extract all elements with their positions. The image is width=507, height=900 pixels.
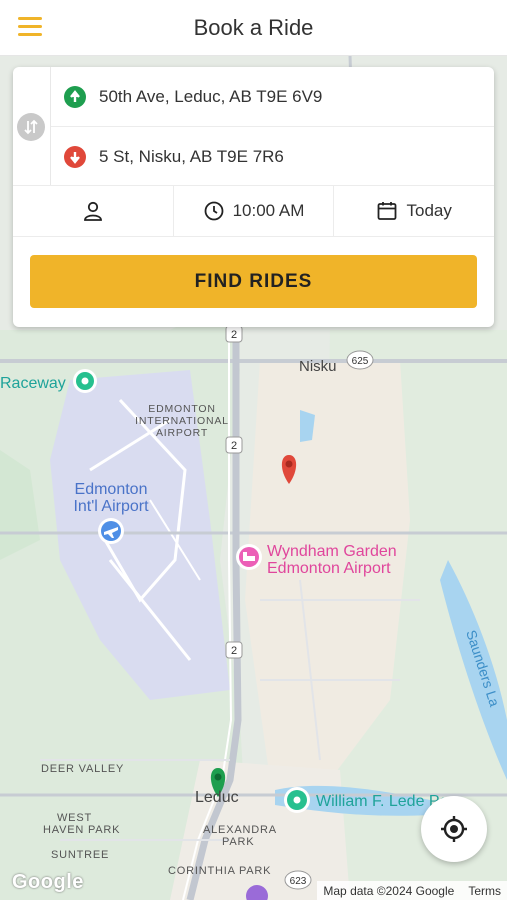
swap-locations-button[interactable] — [17, 113, 45, 141]
map-label-suntree: SUNTREE — [51, 849, 109, 861]
person-icon — [83, 201, 102, 221]
map-label-nisku: Nisku — [299, 358, 337, 375]
crosshair-icon — [441, 816, 467, 842]
map-attribution: Map data ©2024 Google Terms — [317, 881, 507, 900]
passenger-selector[interactable] — [13, 186, 174, 236]
map-label-airport-line3: AIRPORT — [156, 427, 208, 439]
svg-text:2: 2 — [231, 329, 237, 341]
map-label-raceway: Raceway — [0, 375, 66, 392]
destination-field[interactable]: 5 St, Nisku, AB T9E 7R6 — [51, 127, 494, 186]
destination-address: 5 St, Nisku, AB T9E 7R6 — [99, 146, 284, 166]
arrow-down-icon — [64, 145, 86, 168]
map-label-airport-line2: INTERNATIONAL — [135, 415, 229, 427]
hwy-2-shield-low: 2 — [225, 641, 243, 659]
date-selector[interactable]: Today — [334, 186, 494, 236]
hwy-2-shield-top: 2 — [225, 325, 243, 343]
map-label-hotel-line2: Edmonton Airport — [267, 560, 391, 577]
map-label-west-haven-line2: HAVEN PARK — [43, 824, 120, 836]
clock-icon — [204, 201, 223, 221]
arrow-up-icon — [64, 85, 86, 108]
airport-pin-icon[interactable] — [98, 518, 124, 544]
app-header: Book a Ride — [0, 0, 507, 56]
hotel-pin-icon[interactable] — [236, 544, 262, 570]
swap-arrows-icon — [24, 119, 38, 135]
time-selector[interactable]: 10:00 AM — [174, 186, 335, 236]
map-label-airport-name2: Int'l Airport — [73, 498, 149, 515]
map-label-airport-name1: Edmonton — [75, 481, 148, 498]
hwy-625-shield: 625 — [346, 350, 374, 370]
calendar-icon — [378, 202, 397, 220]
svg-text:2: 2 — [231, 440, 237, 452]
hamburger-menu-icon[interactable] — [18, 17, 42, 37]
map-label-airport-line1: EDMONTON — [148, 403, 215, 415]
map-label-corinthia: CORINTHIA PARK — [168, 865, 271, 877]
map-label-alexandra-line1: ALEXANDRA — [203, 824, 277, 836]
map-label-west-haven-line1: WEST — [57, 812, 92, 824]
my-location-button[interactable] — [421, 796, 487, 862]
svg-text:2: 2 — [231, 645, 237, 657]
map-label-leduc: Leduc — [195, 789, 239, 806]
terms-link[interactable]: Terms — [468, 884, 501, 898]
map-label-alexandra-line2: PARK — [222, 836, 254, 848]
page-title: Book a Ride — [193, 14, 314, 40]
map-label-deer-valley: DEER VALLEY — [41, 763, 124, 775]
google-logo: Google — [12, 871, 84, 893]
park-pin-icon[interactable] — [284, 787, 310, 813]
origin-address: 50th Ave, Leduc, AB T9E 6V9 — [99, 86, 323, 106]
time-value: 10:00 AM — [232, 201, 305, 220]
date-value: Today — [406, 201, 452, 220]
find-rides-button[interactable]: FIND RIDES — [30, 255, 477, 308]
svg-text:625: 625 — [352, 356, 369, 367]
origin-field[interactable]: 50th Ave, Leduc, AB T9E 6V9 — [51, 67, 494, 127]
booking-card: 50th Ave, Leduc, AB T9E 6V9 5 St, Nisku,… — [13, 67, 494, 327]
map-label-hotel-line1: Wyndham Garden — [267, 543, 397, 560]
hwy-623-shield: 623 — [284, 870, 312, 890]
svg-text:623: 623 — [290, 876, 307, 887]
raceway-pin-icon[interactable] — [73, 369, 97, 393]
ride-options: 10:00 AM Today — [13, 185, 494, 237]
attribution-text: Map data ©2024 Google — [323, 883, 455, 898]
hwy-2-shield-mid: 2 — [225, 436, 243, 454]
